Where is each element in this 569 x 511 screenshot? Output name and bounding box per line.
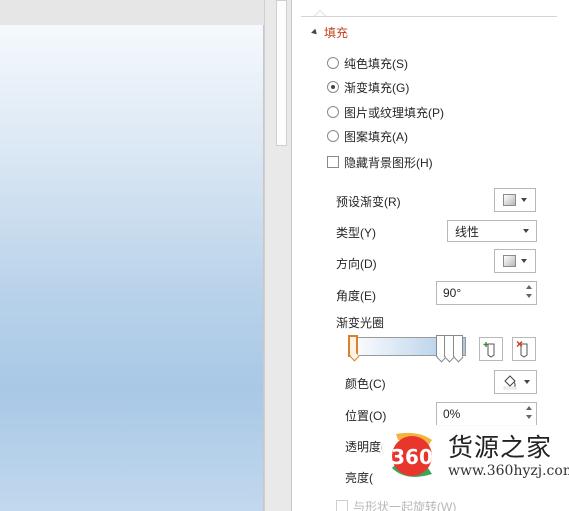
hide-background-label: 隐藏背景图形(H) bbox=[344, 155, 433, 170]
picture-fill-radio[interactable] bbox=[327, 106, 339, 118]
gradient-stop-marker[interactable] bbox=[452, 335, 463, 357]
solid-fill-label: 纯色填充(S) bbox=[344, 56, 408, 71]
collapse-triangle-icon bbox=[311, 28, 319, 37]
gradient-type-label: 类型(Y) bbox=[336, 226, 376, 240]
watermark-title: 货源之家 bbox=[448, 433, 553, 462]
logo-360-icon: 360 bbox=[391, 432, 433, 477]
picture-fill-option[interactable]: 图片或纹理填充(P) bbox=[327, 104, 444, 120]
chevron-down-icon bbox=[523, 229, 529, 233]
preset-gradient-label: 预设渐变(R) bbox=[336, 195, 401, 209]
chevron-down-icon bbox=[523, 380, 530, 384]
brightness-label: 亮度( bbox=[345, 471, 373, 485]
rotate-with-shape-label: 与形状一起旋转(W) bbox=[353, 499, 457, 511]
spin-down-icon[interactable] bbox=[526, 415, 532, 419]
gradient-stop-marker[interactable] bbox=[348, 335, 358, 357]
direction-label: 方向(D) bbox=[336, 257, 377, 271]
chevron-down-icon bbox=[521, 198, 527, 202]
site-watermark: 360 货源之家 www.360hyzj.com bbox=[382, 425, 569, 487]
spin-down-icon[interactable] bbox=[526, 294, 532, 298]
add-stop-icon bbox=[483, 342, 495, 358]
gradient-type-dropdown[interactable]: 线性 bbox=[447, 220, 537, 242]
gradient-fill-radio[interactable] bbox=[327, 81, 339, 93]
remove-gradient-stop-button[interactable] bbox=[512, 337, 536, 361]
gradient-swatch-icon bbox=[503, 194, 516, 206]
fill-section-title: 填充 bbox=[324, 25, 349, 40]
angle-spinner[interactable]: 90° bbox=[436, 281, 537, 305]
pattern-fill-radio[interactable] bbox=[327, 130, 339, 142]
stop-color-label: 颜色(C) bbox=[345, 377, 386, 391]
spin-up-icon[interactable] bbox=[526, 285, 532, 289]
chevron-down-icon bbox=[521, 259, 527, 263]
hide-background-option[interactable]: 隐藏背景图形(H) bbox=[327, 154, 433, 170]
pattern-fill-option[interactable]: 图案填充(A) bbox=[327, 128, 408, 144]
stop-color-button[interactable] bbox=[494, 370, 537, 394]
angle-value: 90° bbox=[443, 286, 462, 300]
remove-stop-icon bbox=[516, 341, 528, 358]
fill-section-header[interactable]: 填充 bbox=[311, 24, 349, 40]
watermark-url: www.360hyzj.com bbox=[448, 463, 569, 479]
gradient-fill-option[interactable]: 渐变填充(G) bbox=[327, 79, 409, 95]
transparency-label: 透明度( bbox=[345, 440, 385, 454]
slide-canvas[interactable] bbox=[0, 25, 264, 511]
pattern-fill-label: 图案填充(A) bbox=[344, 129, 408, 144]
spin-up-icon[interactable] bbox=[526, 406, 532, 410]
picture-fill-label: 图片或纹理填充(P) bbox=[344, 105, 444, 120]
direction-swatch-icon bbox=[503, 255, 516, 267]
position-spinner[interactable]: 0% bbox=[436, 402, 537, 426]
add-gradient-stop-button[interactable] bbox=[479, 337, 503, 361]
gradient-fill-label: 渐变填充(G) bbox=[344, 80, 410, 95]
rotate-with-shape-checkbox[interactable] bbox=[336, 500, 348, 511]
gradient-stops-label: 渐变光圈 bbox=[336, 316, 385, 330]
logo-text: 360 bbox=[391, 445, 433, 469]
solid-fill-option[interactable]: 纯色填充(S) bbox=[327, 55, 408, 71]
angle-label: 角度(E) bbox=[336, 289, 376, 303]
stop-position-label: 位置(O) bbox=[345, 409, 387, 423]
pane-divider bbox=[301, 16, 557, 17]
solid-fill-radio[interactable] bbox=[327, 57, 339, 69]
direction-button[interactable] bbox=[494, 249, 536, 273]
hide-background-checkbox[interactable] bbox=[327, 156, 339, 168]
watermark-logo: 360 bbox=[382, 426, 442, 486]
paint-bucket-icon bbox=[503, 375, 516, 390]
preset-gradient-button[interactable] bbox=[494, 188, 536, 212]
position-value: 0% bbox=[443, 407, 461, 421]
rotate-with-shape-option[interactable]: 与形状一起旋转(W) bbox=[336, 498, 456, 511]
vertical-scrollbar-thumb[interactable] bbox=[276, 0, 287, 146]
gradient-type-value: 线性 bbox=[455, 224, 480, 239]
